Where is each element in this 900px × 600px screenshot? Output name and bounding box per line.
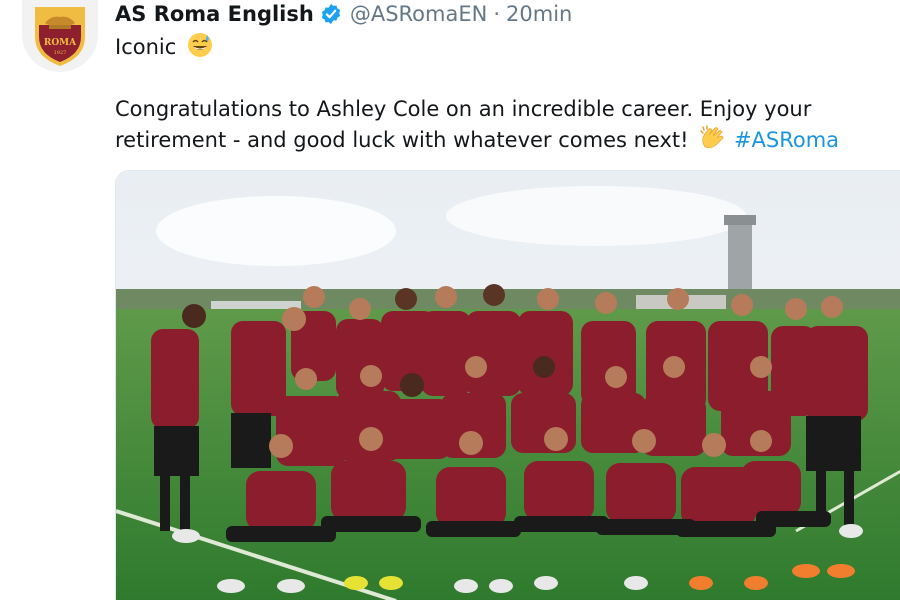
timestamp[interactable]: 20min bbox=[506, 2, 572, 26]
tweet-text-line2b: retirement - and good luck with whatever… bbox=[115, 128, 689, 152]
avatar[interactable]: ROMA 1927 bbox=[22, 0, 98, 72]
hashtag-asroma[interactable]: #ASRoma bbox=[734, 128, 839, 152]
tweet-text-iconic: Iconic bbox=[115, 35, 177, 59]
tweet-header: AS Roma English @ASRomaEN · 20min bbox=[115, 0, 572, 28]
tweet-text-line2b-wrap: retirement - and good luck with whatever… bbox=[115, 125, 839, 160]
team-photo-image bbox=[116, 171, 900, 600]
handle[interactable]: @ASRomaEN bbox=[350, 2, 488, 26]
separator-dot: · bbox=[493, 2, 501, 26]
display-name[interactable]: AS Roma English bbox=[115, 2, 314, 26]
grinning-sweat-emoji-icon bbox=[187, 32, 213, 67]
tweet-text-body: Congratulations to Ashley Cole on an inc… bbox=[115, 94, 839, 160]
crest-text: ROMA bbox=[44, 38, 77, 48]
tweet-text-line1: Iconic bbox=[115, 32, 213, 67]
crest-year: 1927 bbox=[54, 50, 67, 56]
tweet: ROMA 1927 AS Roma English @ASRomaEN · 20… bbox=[0, 0, 900, 600]
tweet-text-line2a: Congratulations to Ashley Cole on an inc… bbox=[115, 97, 812, 121]
clapping-hands-emoji-icon bbox=[699, 125, 727, 160]
roma-crest-icon: ROMA 1927 bbox=[35, 7, 85, 66]
tweet-media-photo[interactable] bbox=[115, 170, 900, 600]
verified-badge-icon bbox=[320, 3, 342, 25]
